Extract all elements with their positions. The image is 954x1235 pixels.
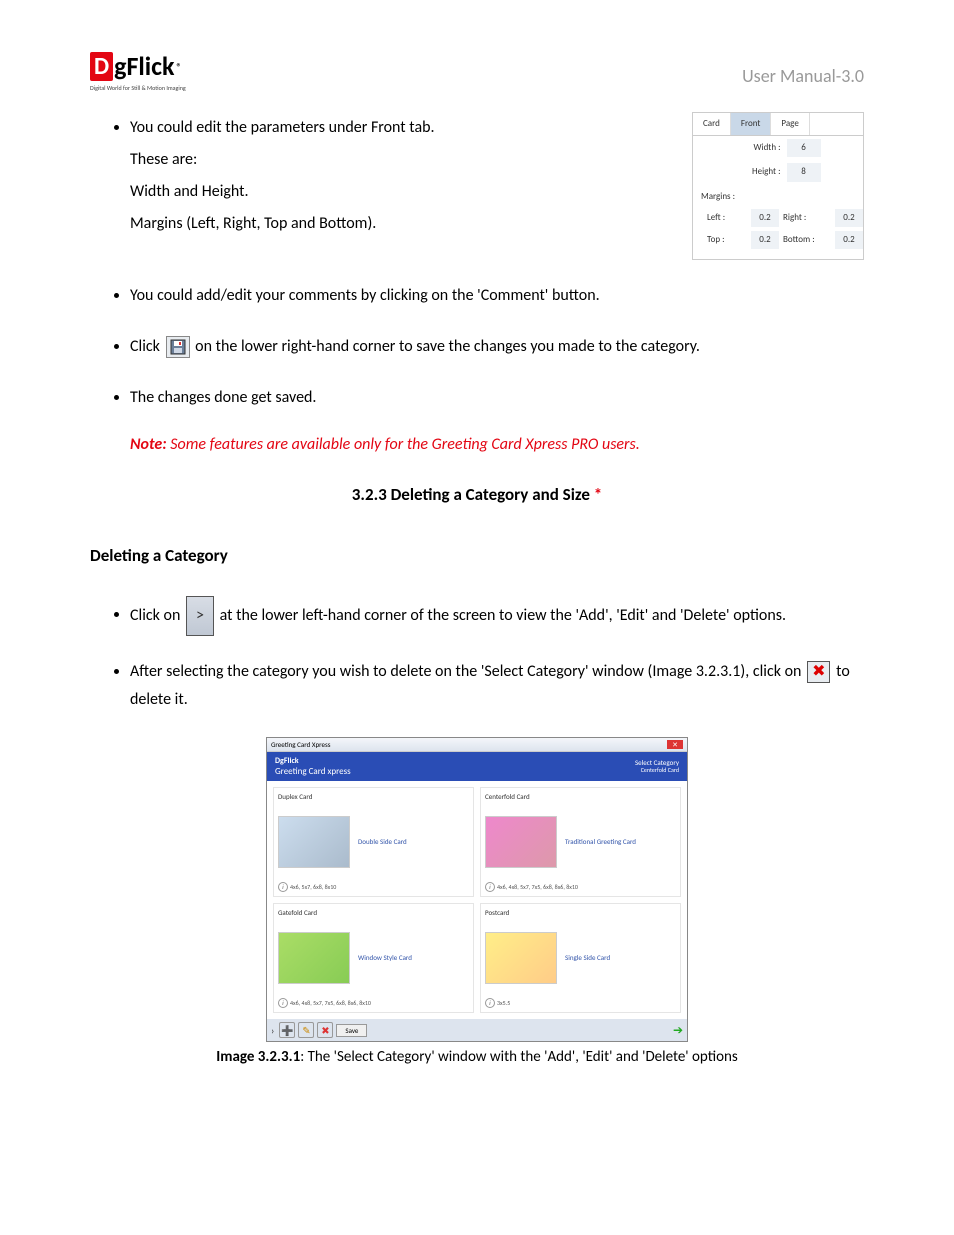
logo-text: gFlick xyxy=(114,50,174,82)
category-title: Centerfold Card xyxy=(485,792,676,801)
category-sizes: i3x5.5 xyxy=(485,998,676,1008)
manual-title: User Manual-3.0 xyxy=(742,65,864,87)
category-card[interactable]: Duplex Card Double Side Card i4x6, 5x7, 6x… xyxy=(273,787,474,897)
b3-post: on the lower right-hand corner to save t… xyxy=(195,337,700,356)
margin-top-label: Top : xyxy=(707,232,747,248)
note-text: Some features are available only for the… xyxy=(167,435,640,454)
category-card[interactable]: Centerfold Card Traditional Greeting Card… xyxy=(480,787,681,897)
front-tab-panel: Card Front Page Width : 6 Height : 8 Mar… xyxy=(692,112,864,260)
footer-edit-icon[interactable]: ✎ xyxy=(298,1022,314,1038)
category-thumb xyxy=(485,816,557,868)
footer-delete-icon[interactable]: ✖ xyxy=(317,1022,333,1038)
section-title: 3.2.3 Deleting a Category and Size xyxy=(352,484,594,505)
category-card[interactable]: Postcard Single Side Card i3x5.5 xyxy=(480,903,681,1013)
note-label: Note: xyxy=(130,435,167,454)
category-card[interactable]: Gatefold Card Window Style Card i4x6, 4x8,… xyxy=(273,903,474,1013)
b6-pre: After selecting the category you wish to… xyxy=(130,662,801,681)
margin-bottom-value[interactable]: 0.2 xyxy=(835,231,863,249)
margins-label: Margins : xyxy=(693,185,863,207)
category-style: Single Side Card xyxy=(565,953,610,962)
category-title: Duplex Card xyxy=(278,792,469,801)
bullet-saved: The changes done get saved. xyxy=(130,384,864,413)
b1-line1: You could edit the parameters under Fron… xyxy=(130,118,435,137)
section-heading: 3.2.3 Deleting a Category and Size * xyxy=(90,484,864,505)
select-category-screenshot: Greeting Card Xpress ✕ DgFlick Greeting … xyxy=(266,737,688,1042)
delete-icon[interactable]: ✖ xyxy=(807,661,830,683)
window-title: Greeting Card Xpress xyxy=(271,740,330,749)
margin-top-value[interactable]: 0.2 xyxy=(751,231,779,249)
footer-add-icon[interactable]: ➕ xyxy=(279,1022,295,1038)
bullet-comment: You could add/edit your comments by clic… xyxy=(130,282,864,311)
b5-post: at the lower left-hand corner of the scr… xyxy=(220,605,786,624)
margin-right-value[interactable]: 0.2 xyxy=(835,209,863,227)
bullet-delete: After selecting the category you wish to… xyxy=(130,658,864,716)
caption-rest: : The 'Select Category' window with the … xyxy=(300,1048,738,1066)
section-asterisk: * xyxy=(594,484,602,505)
category-style: Traditional Greeting Card xyxy=(565,837,636,846)
window-close-icon[interactable]: ✕ xyxy=(667,740,683,749)
sub-heading: Deleting a Category xyxy=(90,545,864,566)
b3-pre: Click xyxy=(130,337,160,356)
footer-save-button[interactable]: Save xyxy=(336,1024,367,1037)
save-icon[interactable] xyxy=(166,336,190,358)
bullet-chevron: Click on > at the lower left-hand corner… xyxy=(130,596,864,636)
screenshot-caption: Image 3.2.3.1: The 'Select Category' win… xyxy=(90,1048,864,1066)
bullet-edit-params: You could edit the parameters under Fron… xyxy=(130,112,864,260)
tab-front[interactable]: Front xyxy=(731,113,772,135)
height-label: Height : xyxy=(736,164,787,180)
b1-line2: These are: xyxy=(130,150,197,169)
margin-left-value[interactable]: 0.2 xyxy=(751,209,779,227)
ss-top-right2: Centerfold Card xyxy=(635,767,679,774)
chevron-right-icon[interactable]: > xyxy=(186,596,214,636)
category-style: Double Side Card xyxy=(358,837,407,846)
margin-left-label: Left : xyxy=(707,210,747,226)
logo-reg: ® xyxy=(177,60,182,73)
category-title: Gatefold Card xyxy=(278,908,469,917)
note: Note: Some features are available only f… xyxy=(130,435,864,454)
width-label: Width : xyxy=(736,140,787,156)
tab-card[interactable]: Card xyxy=(693,113,731,135)
category-thumb xyxy=(278,816,350,868)
b1-line4: Margins (Left, Right, Top and Bottom). xyxy=(130,214,376,233)
width-value[interactable]: 6 xyxy=(787,139,821,157)
ss-logo: DgFlick xyxy=(275,756,351,766)
logo-d: D xyxy=(90,52,113,81)
category-sizes: i4x6, 5x7, 6x8, 8x10 xyxy=(278,882,469,892)
footer-chevron-icon[interactable]: › xyxy=(271,1024,274,1037)
category-thumb xyxy=(485,932,557,984)
category-style: Window Style Card xyxy=(358,953,412,962)
caption-bold: Image 3.2.3.1 xyxy=(216,1048,300,1066)
margin-right-label: Right : xyxy=(783,210,831,226)
ss-app-title: Greeting Card xpress xyxy=(275,766,351,777)
category-sizes: i4x6, 4x8, 5x7, 7x5, 6x8, 8x6, 8x10 xyxy=(278,998,469,1008)
bullet-save: Click on the lower right-hand corner to … xyxy=(130,333,864,362)
margin-bottom-label: Bottom : xyxy=(783,232,831,248)
b1-line3: Width and Height. xyxy=(130,182,249,201)
category-thumb xyxy=(278,932,350,984)
category-title: Postcard xyxy=(485,908,676,917)
logo: DgFlick® Digital World for Still & Motio… xyxy=(90,50,186,92)
tab-page[interactable]: Page xyxy=(771,113,809,135)
b5-pre: Click on xyxy=(130,605,180,624)
height-value[interactable]: 8 xyxy=(787,163,821,181)
category-sizes: i4x6, 4x8, 5x7, 7x5, 6x8, 8x6, 8x10 xyxy=(485,882,676,892)
logo-tagline: Digital World for Still & Motion Imaging xyxy=(90,84,186,92)
footer-next-icon[interactable]: ➔ xyxy=(673,1023,683,1038)
